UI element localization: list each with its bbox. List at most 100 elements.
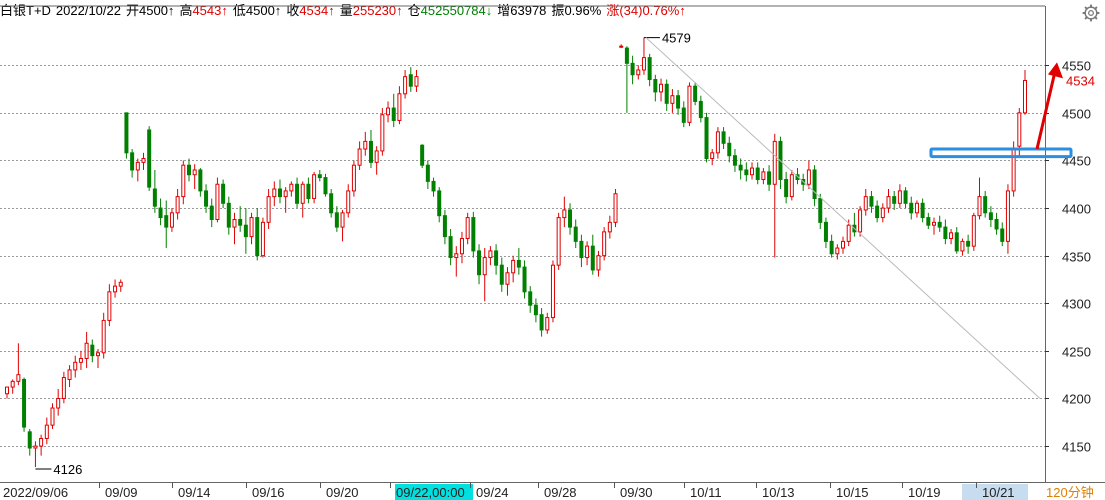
candle-body [732,155,737,166]
candle-body [846,224,851,242]
candle-body [215,183,220,220]
candle [346,184,351,218]
x-tick-label: 10/11 [690,485,722,500]
candle-body [738,164,743,171]
candle-body [812,169,817,200]
candle-body [221,183,226,204]
trend-arrow-head [1048,62,1063,79]
candle [471,211,476,258]
y-tick-label: 4250 [1062,345,1091,360]
candle [943,219,948,245]
x-tick-label: 09/22,00:00 [396,485,465,500]
candle-body [579,240,584,259]
candle-body [698,100,703,119]
candle [494,244,499,275]
candle [277,179,282,204]
candle [101,312,106,359]
candle-body [988,212,993,220]
candle [892,190,897,210]
candle [437,187,442,223]
candle [806,160,811,190]
candle-body [329,193,334,214]
candle-body [141,158,146,163]
candle [784,171,789,204]
candle-body [784,178,789,198]
candle [590,234,595,275]
candlestick-chart: 4150420042504300435044004450450045504579… [0,5,1105,500]
candle [863,189,868,216]
candle-body [960,240,965,252]
candle [812,165,817,207]
candle [272,181,277,207]
candle-body [27,431,32,449]
candle-body [630,62,635,76]
candle [334,206,339,232]
candle-body [971,215,976,247]
y-tick-label: 4500 [1062,107,1091,122]
candle [647,53,652,87]
candle-body [124,112,129,154]
candle-body [477,250,482,276]
candle-body [357,148,362,166]
candle [408,67,413,92]
candle [414,69,419,92]
candle [533,298,538,323]
candle-body [619,45,624,48]
x-tick-label: 09/28 [544,485,577,500]
candle [789,169,794,201]
x-tick-label: 09/24 [476,485,509,500]
candle [613,189,618,228]
x-tick-label: 09/30 [620,485,653,500]
candle [932,217,937,235]
candle-body [380,114,385,152]
candle-body [806,169,811,185]
y-tick-label: 4550 [1062,59,1091,74]
candle-body [437,190,442,217]
y-tick-label: 4300 [1062,297,1091,312]
candle [135,158,140,182]
candle [653,74,658,102]
x-tick-label: 10/19 [908,485,941,500]
candle [374,146,379,175]
candle-body [90,344,95,357]
candle-body [653,79,658,93]
candle-body [727,142,732,157]
candle [289,181,294,197]
y-tick-label: 4350 [1062,250,1091,265]
candle-body [880,207,885,219]
x-tick-label: 09/20 [326,485,359,500]
candle-body [596,255,601,271]
candle-body [659,83,664,93]
trend-arrow-shaft [1035,69,1057,150]
candle [619,44,624,49]
candle [920,198,925,223]
candle [641,37,646,75]
candle [1005,184,1010,254]
x-tick-label: 09/16 [252,485,285,500]
candle-body [568,209,573,228]
candle [539,308,544,337]
candle [368,129,373,169]
candle-body [1023,79,1027,114]
candle [841,236,846,254]
x-tick-label: 10/15 [836,485,869,500]
candle [164,200,169,249]
candle-body [56,397,61,409]
candle [448,229,453,266]
candle [130,149,135,178]
candle-body [516,259,521,268]
candle [869,190,874,213]
candle [118,279,123,292]
candle-body [983,196,988,214]
candle [113,279,118,298]
x-tick-label: 2022/09/06 [3,485,68,500]
candle [56,388,61,416]
candle-body [209,205,214,220]
candle [767,165,772,191]
candle-body [886,196,891,209]
candle [949,229,954,245]
candle-body [1017,112,1022,147]
candle-body [101,319,106,354]
candle-body [994,218,999,230]
candle-body [323,177,328,195]
